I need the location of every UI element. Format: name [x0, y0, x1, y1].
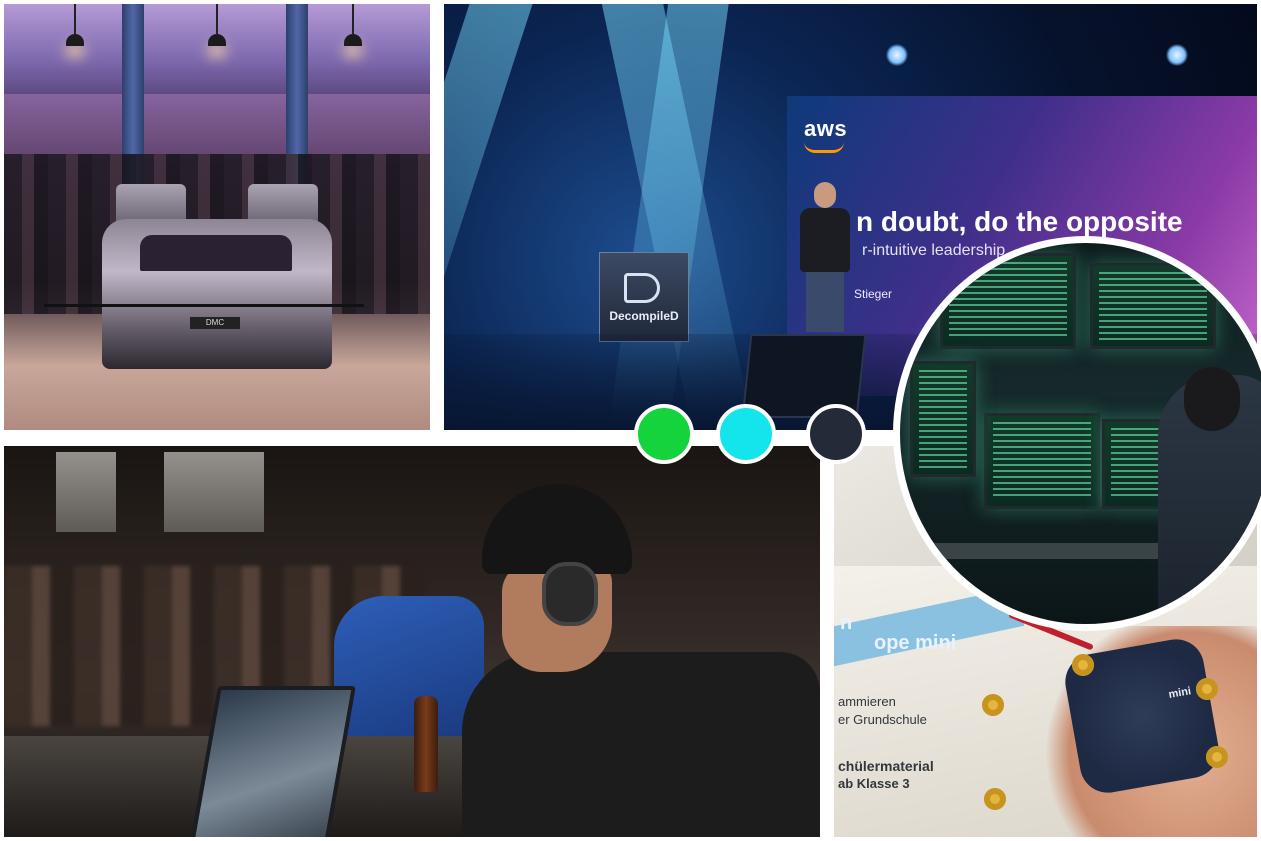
barrier-rope	[44, 304, 364, 307]
board-pad	[982, 694, 1004, 716]
slide-speaker-name: Stieger	[854, 287, 893, 301]
board-pad	[1206, 746, 1228, 768]
photo-hackathon-participants	[4, 446, 820, 837]
speaker-legs	[806, 272, 844, 332]
speaker-shirt	[800, 208, 850, 272]
photo-delorean-exhibit: DMC	[4, 4, 430, 430]
speaker-head	[814, 182, 836, 208]
board-pad	[984, 788, 1006, 810]
worksheet-line-3: chülermaterial	[838, 758, 934, 774]
pendant-lamp	[66, 4, 84, 72]
worksheet-line-4: ab Klasse 3	[838, 776, 910, 791]
window	[164, 452, 264, 532]
monitor	[910, 361, 976, 477]
car-badge: DMC	[190, 317, 240, 329]
participant-with-headphones	[442, 482, 820, 837]
beanie	[482, 484, 632, 574]
brand-text-1: n	[840, 612, 853, 634]
aws-smile-icon	[804, 142, 844, 153]
decompiled-logo-icon	[624, 273, 660, 303]
monitor	[940, 253, 1076, 349]
board-label: mini	[1167, 685, 1193, 701]
stage-spotlight	[886, 44, 908, 66]
board-pad	[1196, 678, 1218, 700]
pendant-lamp	[344, 4, 362, 72]
laptop	[190, 686, 356, 837]
developer-head	[1184, 367, 1240, 431]
speaker	[794, 182, 856, 337]
delorean-car: DMC	[102, 219, 332, 369]
hoodie	[462, 652, 820, 837]
photo-developer-monitors	[893, 236, 1261, 631]
monitor	[984, 413, 1100, 509]
podium: DecompileD	[599, 252, 689, 342]
worksheet-line-1: ammieren	[838, 694, 896, 709]
navy-dot	[806, 404, 866, 464]
stage-spotlight	[1166, 44, 1188, 66]
window	[56, 452, 116, 532]
green-dot	[634, 404, 694, 464]
board-pad	[1072, 654, 1094, 676]
brand-text-2: ope mini	[874, 632, 957, 654]
car-windshield	[140, 235, 292, 271]
worksheet-line-2: er Grundschule	[838, 712, 927, 727]
pendant-lamp	[208, 4, 226, 72]
podium-brand: DecompileD	[609, 309, 679, 323]
cyan-dot	[716, 404, 776, 464]
slide-title: n doubt, do the opposite	[856, 206, 1183, 237]
headphones-icon	[542, 562, 598, 626]
monitor	[1090, 263, 1216, 349]
aws-logo: aws	[804, 116, 848, 141]
bottle	[414, 696, 438, 792]
